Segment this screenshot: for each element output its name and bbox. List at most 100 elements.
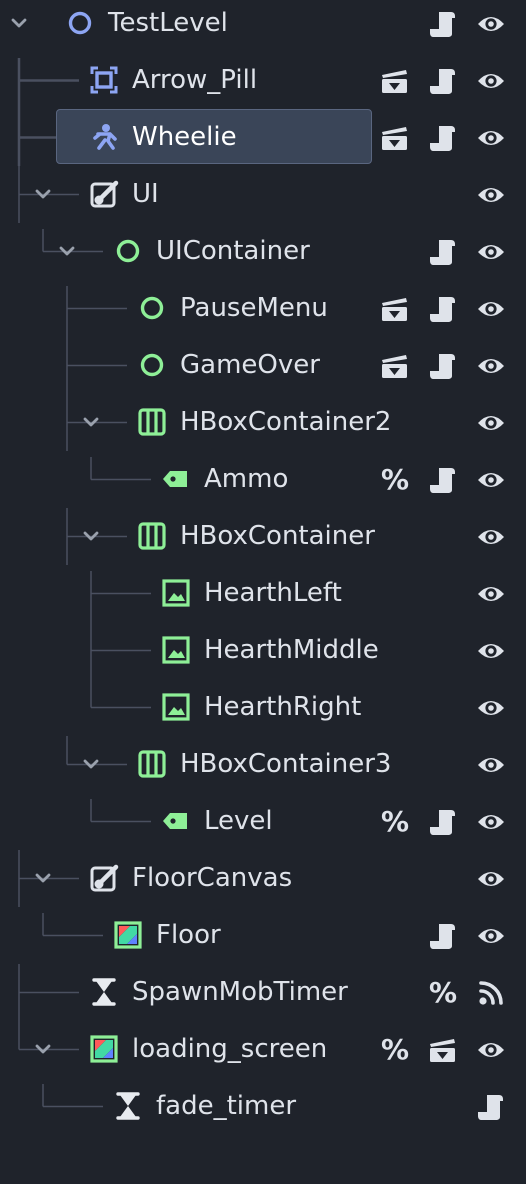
tree-row-hearthmiddle[interactable]: HearthMiddle <box>0 622 526 679</box>
tree-row-floorcanvas[interactable]: FloorCanvas <box>0 850 526 907</box>
chevron-down-icon[interactable] <box>82 413 100 431</box>
visibility-icon[interactable] <box>476 294 506 324</box>
unique-name-icon[interactable]: % <box>428 964 458 1021</box>
visibility-icon[interactable] <box>476 636 506 666</box>
hbox-icon <box>137 407 167 437</box>
tree-row-fade-timer[interactable]: fade_timer <box>0 1078 526 1135</box>
node-name: HearthLeft <box>204 578 342 608</box>
visibility-icon[interactable] <box>476 408 506 438</box>
chevron-down-icon[interactable] <box>82 755 100 773</box>
tree-row-wheelie[interactable]: Wheelie <box>0 109 526 166</box>
node-name: PauseMenu <box>180 293 328 323</box>
tree-row-arrow-pill[interactable]: Arrow_Pill <box>0 52 526 109</box>
script-icon[interactable] <box>428 237 458 267</box>
character-icon <box>89 122 119 152</box>
node-name: FloorCanvas <box>132 863 293 893</box>
texture-rect-icon <box>161 692 191 722</box>
chevron-down-icon[interactable] <box>34 1040 52 1058</box>
color-rect-icon <box>113 920 143 950</box>
chevron-down-icon[interactable] <box>10 14 28 32</box>
chevron-down-icon[interactable] <box>58 242 76 260</box>
tree-row-hearthright[interactable]: HearthRight <box>0 679 526 736</box>
area2d-icon <box>89 65 119 95</box>
tree-row-loading-screen[interactable]: loading_screen % <box>0 1021 526 1078</box>
node-name: GameOver <box>180 350 320 380</box>
visibility-icon[interactable] <box>476 750 506 780</box>
chevron-down-icon[interactable] <box>34 185 52 203</box>
texture-rect-icon <box>161 635 191 665</box>
visibility-icon[interactable] <box>476 180 506 210</box>
script-icon[interactable] <box>476 1092 506 1122</box>
node2d-circle-icon <box>65 8 95 38</box>
tree-row-level[interactable]: Level % <box>0 793 526 850</box>
scene-instance-icon[interactable] <box>380 66 410 96</box>
signal-icon[interactable] <box>476 978 506 1008</box>
visibility-icon[interactable] <box>476 693 506 723</box>
visibility-icon[interactable] <box>476 123 506 153</box>
node-name: HearthRight <box>204 692 362 722</box>
tree-row-testlevel[interactable]: TestLevel <box>0 0 526 52</box>
node-name: HBoxContainer3 <box>180 749 392 779</box>
control-circle-icon <box>113 236 143 266</box>
tree-row-ammo[interactable]: Ammo % <box>0 451 526 508</box>
visibility-icon[interactable] <box>476 351 506 381</box>
visibility-icon[interactable] <box>476 921 506 951</box>
scene-instance-icon[interactable] <box>380 123 410 153</box>
node-name: HBoxContainer2 <box>180 407 392 437</box>
visibility-icon[interactable] <box>476 1035 506 1065</box>
node-name: HearthMiddle <box>204 635 379 665</box>
node-name: Floor <box>156 920 221 950</box>
tree-row-hboxcontainer3[interactable]: HBoxContainer3 <box>0 736 526 793</box>
script-icon[interactable] <box>428 807 458 837</box>
tree-row-gameover[interactable]: GameOver <box>0 337 526 394</box>
script-icon[interactable] <box>428 66 458 96</box>
script-icon[interactable] <box>428 123 458 153</box>
node-name: UI <box>132 179 159 209</box>
unique-name-icon[interactable]: % <box>380 1021 410 1078</box>
visibility-icon[interactable] <box>476 9 506 39</box>
scene-instance-icon[interactable] <box>380 351 410 381</box>
canvas-layer-icon <box>89 179 119 209</box>
unique-name-icon[interactable]: % <box>380 451 410 508</box>
node-name: fade_timer <box>156 1091 297 1121</box>
color-rect-icon <box>89 1034 119 1064</box>
tree-row-floor[interactable]: Floor <box>0 907 526 964</box>
visibility-icon[interactable] <box>476 465 506 495</box>
hbox-icon <box>137 521 167 551</box>
chevron-down-icon[interactable] <box>82 527 100 545</box>
scene-instance-icon[interactable] <box>380 294 410 324</box>
tree-row-pausemenu[interactable]: PauseMenu <box>0 280 526 337</box>
scene-instance-icon[interactable] <box>428 1035 458 1065</box>
visibility-icon[interactable] <box>476 807 506 837</box>
tree-row-hearthleft[interactable]: HearthLeft <box>0 565 526 622</box>
node-name: Wheelie <box>132 122 237 152</box>
tree-row-hboxcontainer2[interactable]: HBoxContainer2 <box>0 394 526 451</box>
node-name: Arrow_Pill <box>132 65 258 95</box>
texture-rect-icon <box>161 578 191 608</box>
script-icon[interactable] <box>428 465 458 495</box>
scene-tree: TestLevel Arrow_Pill Wheelie UI UIContain… <box>0 0 526 1184</box>
script-icon[interactable] <box>428 9 458 39</box>
label-icon <box>161 806 191 836</box>
visibility-icon[interactable] <box>476 237 506 267</box>
timer-icon <box>89 977 119 1007</box>
visibility-icon[interactable] <box>476 66 506 96</box>
node-name: UIContainer <box>156 236 310 266</box>
node-name: Level <box>204 806 273 836</box>
unique-name-icon[interactable]: % <box>380 793 410 850</box>
visibility-icon[interactable] <box>476 579 506 609</box>
script-icon[interactable] <box>428 294 458 324</box>
node-name: TestLevel <box>108 8 228 38</box>
node-name: HBoxContainer <box>180 521 375 551</box>
tree-row-spawnmobtimer[interactable]: SpawnMobTimer % <box>0 964 526 1021</box>
script-icon[interactable] <box>428 351 458 381</box>
tree-row-uicontainer[interactable]: UIContainer <box>0 223 526 280</box>
chevron-down-icon[interactable] <box>34 869 52 887</box>
visibility-icon[interactable] <box>476 864 506 894</box>
tree-row-ui[interactable]: UI <box>0 166 526 223</box>
tree-row-hboxcontainer[interactable]: HBoxContainer <box>0 508 526 565</box>
visibility-icon[interactable] <box>476 522 506 552</box>
label-icon <box>161 464 191 494</box>
timer-icon <box>113 1091 143 1121</box>
script-icon[interactable] <box>428 921 458 951</box>
